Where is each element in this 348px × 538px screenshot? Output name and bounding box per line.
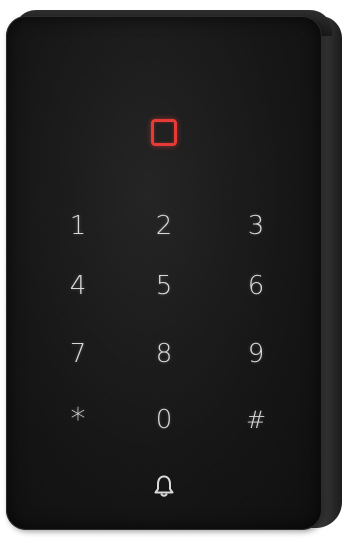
key-star[interactable]: * [58, 400, 98, 440]
bell-icon [153, 474, 175, 498]
rfid-card-reader-icon [151, 119, 177, 146]
key-4[interactable]: 4 [58, 266, 98, 306]
key-hash[interactable]: # [236, 400, 276, 440]
key-5[interactable]: 5 [144, 266, 184, 306]
key-3[interactable]: 3 [236, 206, 276, 246]
key-1[interactable]: 1 [58, 206, 98, 246]
doorbell-button[interactable] [144, 466, 184, 506]
key-9[interactable]: 9 [236, 334, 276, 374]
device-front-panel: 1 2 3 4 5 6 7 8 9 * 0 # [6, 16, 322, 530]
key-2[interactable]: 2 [144, 206, 184, 246]
key-0[interactable]: 0 [144, 400, 184, 440]
key-7[interactable]: 7 [58, 334, 98, 374]
key-8[interactable]: 8 [144, 334, 184, 374]
key-6[interactable]: 6 [236, 266, 276, 306]
access-control-keypad-photo: 1 2 3 4 5 6 7 8 9 * 0 # [0, 0, 348, 538]
